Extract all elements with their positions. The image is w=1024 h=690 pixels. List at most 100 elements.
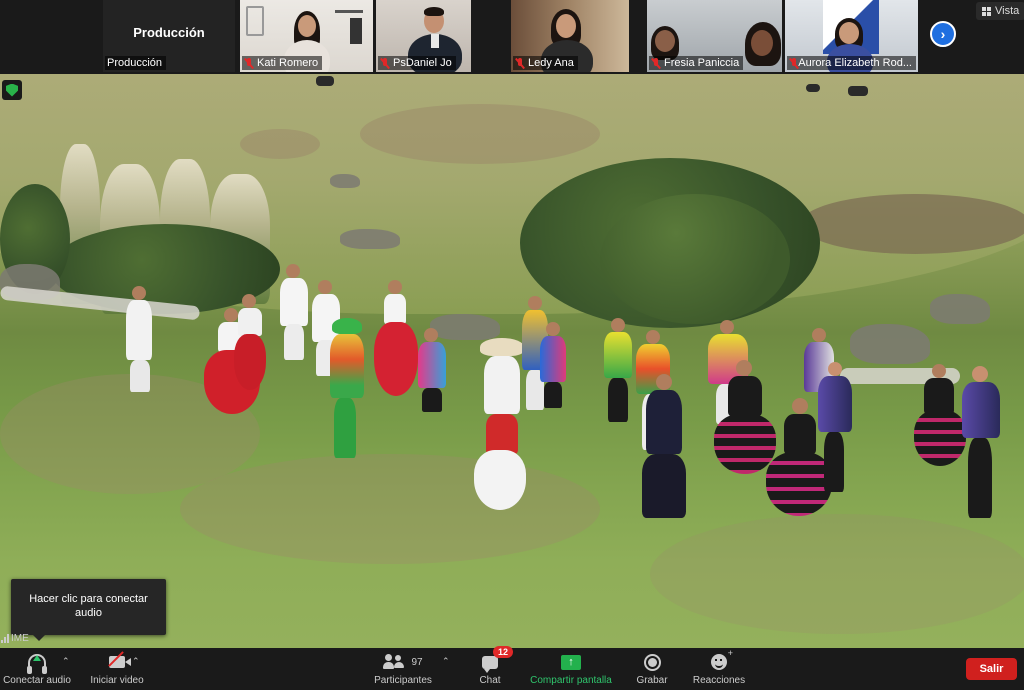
ime-indicator: IME [1, 631, 29, 645]
chat-unread-badge: 12 [493, 646, 513, 658]
next-page-button[interactable]: › [930, 21, 956, 47]
muted-mic-icon [651, 57, 661, 69]
main-video-feed [0, 74, 1024, 648]
dancer [322, 318, 372, 464]
ime-label: IME [11, 632, 29, 644]
camera-off-icon [108, 651, 131, 672]
bush [600, 194, 790, 324]
start-video-button[interactable]: Iniciar video [86, 648, 148, 690]
participant-video-face [298, 15, 316, 37]
audio-options-caret[interactable]: ⌃ [62, 656, 70, 667]
rock [930, 294, 990, 324]
muted-mic-icon [380, 57, 390, 69]
reactions-label: Reacciones [692, 675, 746, 686]
participant-name: Aurora Elizabeth Rod... [787, 56, 916, 70]
share-screen-label: Compartir pantalla [530, 675, 612, 686]
participant-name-text: Aurora Elizabeth Rod... [798, 57, 912, 69]
view-label: Vista [995, 5, 1020, 17]
meeting-toolbar: Conectar audio ⌃ Iniciar video ⌃ 97 Part… [0, 646, 1024, 690]
start-video-label: Iniciar video [90, 675, 144, 686]
connect-audio-tooltip[interactable]: Hacer clic para conectar audio [11, 579, 166, 641]
dirt-patch [800, 194, 1024, 254]
participant-name-text: Fresia Paniccia [664, 57, 740, 69]
headphone-icon [27, 652, 47, 674]
participants-icon [383, 654, 407, 670]
participant-video-hair [424, 7, 444, 16]
reactions-icon-wrap: + [711, 648, 733, 672]
participant-name: Producción [105, 56, 167, 70]
dancer [412, 328, 452, 444]
chat-label: Chat [479, 675, 501, 686]
dancer [232, 294, 268, 394]
participant-name: Fresia Paniccia [649, 56, 744, 70]
share-screen-button[interactable]: ↑ Compartir pantalla [527, 648, 615, 690]
animal [316, 76, 334, 86]
reactions-button[interactable]: + Reacciones [692, 648, 746, 690]
participant-name-text: PsDaniel Jo [393, 57, 452, 69]
dancer [276, 264, 312, 364]
participant-tile-ledy-ana[interactable]: Ledy Ana [511, 0, 629, 72]
grid-icon [982, 6, 991, 16]
view-button[interactable]: Vista [976, 2, 1024, 20]
participants-button[interactable]: 97 Participantes [370, 648, 436, 690]
dancer [536, 322, 570, 442]
record-button[interactable]: Grabar [634, 648, 670, 690]
dancer [956, 366, 1008, 526]
gallery-strip: Producción Producción Kati Romero PsDani… [0, 0, 1024, 74]
production-tile-title: Producción [133, 25, 205, 40]
participant-tile-fresia-paniccia[interactable]: Fresia Paniccia [647, 0, 782, 72]
dancer [810, 362, 860, 502]
emoji-icon [711, 654, 727, 670]
participant-tile-aurora-elizabeth[interactable]: Aurora Elizabeth Rod... [785, 0, 918, 72]
participant-name-text: Kati Romero [257, 57, 319, 69]
animal [806, 84, 820, 92]
participant-name-text: Producción [107, 57, 163, 69]
participant-video-face [839, 22, 859, 44]
participants-icon-wrap: 97 [383, 652, 423, 672]
shield-icon [6, 83, 18, 97]
plus-icon: + [727, 648, 733, 658]
chat-button[interactable]: 12 Chat [470, 646, 513, 690]
tooltip-text: Hacer clic para conectar audio [29, 593, 148, 619]
participant-tile-kati-romero[interactable]: Kati Romero [240, 0, 373, 72]
dancer [628, 374, 698, 526]
participant-video-collar [431, 34, 439, 48]
encryption-badge[interactable] [2, 80, 22, 100]
record-label: Grabar [636, 675, 668, 686]
animal [848, 86, 868, 96]
rock [340, 229, 400, 249]
participant-name-text: Ledy Ana [528, 57, 574, 69]
dirt-patch [360, 104, 600, 164]
connect-audio-button[interactable]: Conectar audio [2, 648, 72, 690]
muted-mic-icon [515, 57, 525, 69]
record-icon-wrap [643, 652, 661, 672]
participant-video-face [751, 30, 773, 56]
dancer [122, 286, 158, 396]
dirt-patch [180, 454, 600, 564]
rock [330, 174, 360, 188]
participant-name: Ledy Ana [513, 56, 578, 70]
participant-tile-produccion[interactable]: Producción Producción [103, 0, 235, 72]
participant-name: PsDaniel Jo [378, 56, 456, 70]
participants-options-caret[interactable]: ⌃ [442, 656, 450, 667]
participant-name: Kati Romero [242, 56, 323, 70]
rock [850, 324, 930, 364]
shelf-decor [350, 18, 362, 44]
participant-video-face [655, 30, 675, 52]
participant-tile-psdaniel[interactable]: PsDaniel Jo [376, 0, 471, 72]
participant-video-face [556, 14, 576, 38]
video-options-caret[interactable]: ⌃ [132, 656, 140, 667]
share-screen-icon: ↑ [561, 654, 581, 670]
muted-mic-icon [244, 57, 254, 69]
shelf-decor [246, 6, 264, 36]
participants-label: Participantes [374, 675, 432, 686]
chevron-right-icon: › [940, 26, 946, 42]
leave-meeting-button[interactable]: Salir [966, 658, 1017, 680]
dirt-patch [240, 129, 320, 159]
dirt-patch [650, 514, 1024, 634]
connect-audio-label: Conectar audio [3, 675, 71, 686]
muted-mic-icon [789, 57, 797, 69]
signal-icon [1, 633, 9, 643]
participants-count: 97 [411, 656, 423, 668]
shelf-decor [335, 10, 363, 13]
